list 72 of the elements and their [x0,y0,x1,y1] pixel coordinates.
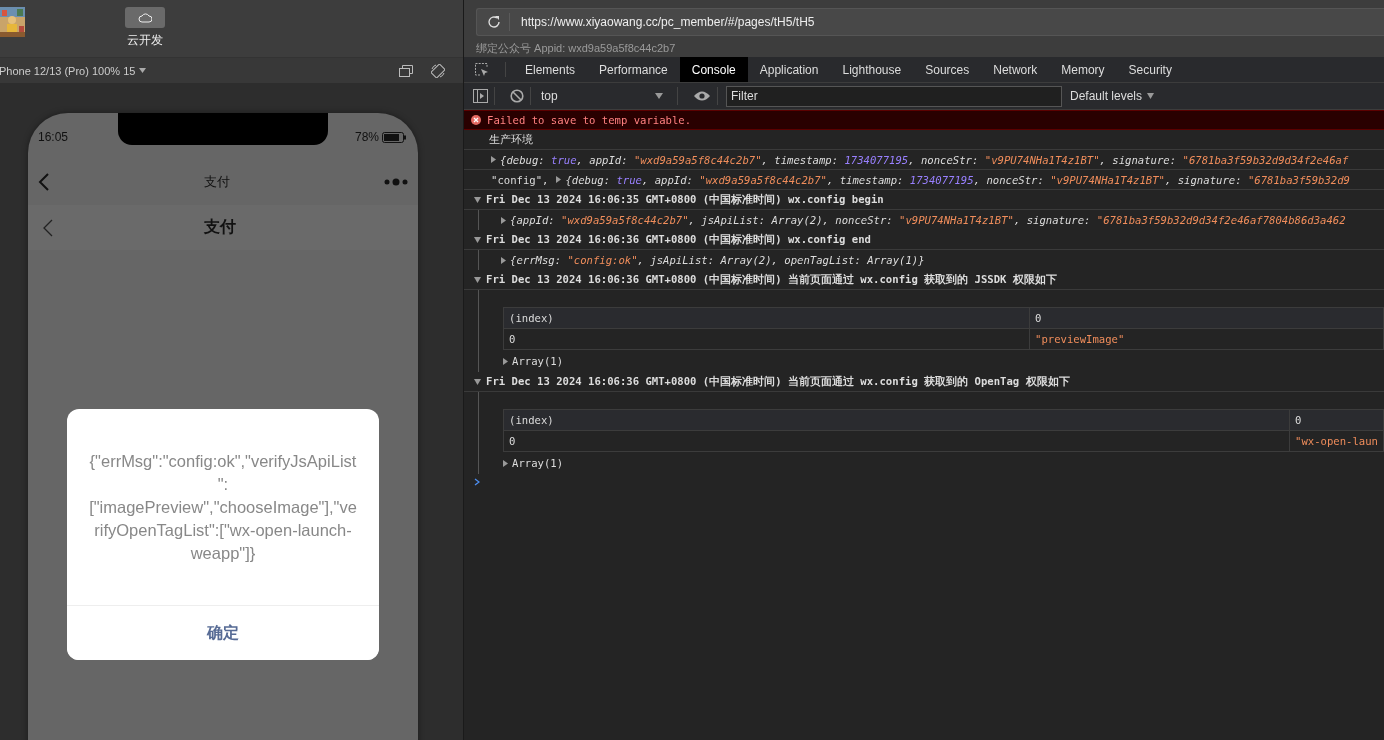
more-icon[interactable] [384,178,408,186]
collapsed-arrow-icon[interactable] [556,176,562,183]
log-message: 生产环境 [489,132,533,147]
levels-select[interactable]: Default levels [1070,89,1155,103]
collapsed-arrow-icon[interactable] [491,156,496,163]
nav-title: 支付 [203,173,231,191]
back-icon[interactable] [38,173,50,191]
clear-icon[interactable] [510,89,524,103]
address-bar[interactable]: https://www.xiyaowang.cc/pc_member/#/pages/tH5/tH5 [476,8,1384,36]
collapsed-arrow-icon[interactable] [503,357,508,365]
table-header-cell: (index) [503,307,1030,329]
group-title[interactable]: Fri Dec 13 2024 16:06:36 GMT+0800 (中国标准时间) 当前页面通过 wx.config 获取到的 OpenTag 权限如下 [486,374,1070,389]
group-title[interactable]: Fri Dec 13 2024 16:06:35 GMT+0800 (中国标准时间) wx.config begin [486,192,884,207]
error-message: Failed to save to temp variable. [487,114,692,126]
url-text: https://www.xiyaowang.cc/pc_member/#/pages/tH5/tH5 [521,15,815,29]
cloud-icon [138,12,152,23]
caret-icon [1147,93,1155,99]
expanded-arrow-icon[interactable] [474,196,481,203]
devtools-tab[interactable]: Console [679,57,748,82]
devtools-tab[interactable]: Memory [1049,57,1117,82]
object-preview[interactable]: {debug: true, appId: "wxd9a59a5f8c44c2b7", timestamp: 1734077195, nonceStr: "v9PU74NHa1T4z1BT", signature: "6781ba3f59b32d9d34f2e46af [500,153,1349,166]
object-preview[interactable]: {errMsg: "config:ok", jsApiList: Array(2), openTagList: Array(1)} [510,254,925,266]
rotate-icon[interactable] [431,63,445,78]
table-cell: "previewImage" [1029,328,1384,350]
cloud-button[interactable] [125,7,165,28]
filter-field[interactable]: Filter [726,85,1062,107]
table-header-cell: (index) [503,409,1290,431]
devtools-tab[interactable]: Security [1116,57,1184,82]
device-select[interactable]: Phone 12/13 (Pro) 100% 15 [0,64,165,77]
caret-icon [655,93,663,99]
object-preview[interactable]: {appId: "wxd9a59a5f8c44c2b7", jsApiList: Array(2), nonceStr: "v9PU74NHa1T4z1BT", signature: "6781ba3f59b32d9d34f2e46af7804b86d3a462 [510,214,1346,226]
devtools-tab[interactable]: Sources [913,57,982,82]
appid-note: 绑定公众号 Appid: wxd9a59a5f8c44c2b7 [476,41,677,56]
devtools-tab[interactable]: Network [981,57,1050,82]
devtools-tab[interactable]: Performance [587,57,680,82]
expanded-arrow-icon[interactable] [474,276,481,283]
eye-icon[interactable] [693,90,711,102]
table-cell: "wx-open-laun [1289,430,1384,452]
status-time: 16:05 [38,130,69,144]
expanded-arrow-icon[interactable] [474,236,481,243]
battery-percent: 78% [354,130,379,144]
prompt-icon[interactable] [474,478,480,486]
error-icon [471,115,481,125]
back-icon[interactable] [42,218,53,237]
array-preview[interactable]: Array(1) [512,457,564,469]
context-select[interactable]: top [537,89,671,103]
cloud-label: 云开发 [127,32,163,49]
object-preview[interactable]: {debug: true, appId: "wxd9a59a5f8c44c2b7", timestamp: 1734077195, nonceStr: "v9PU74NHa1T4z1BT", signature: "6781ba3f59b32d9 [565,173,1350,186]
devtools-tab[interactable]: Lighthouse [830,57,914,82]
dialog-message: {"errMsg":"config:ok","verifyJsApiList":["imagePreview","chooseImage"],"verifyOpenTagList":["wx-open-launch-weapp"]} [89,450,357,564]
table-cell: 0 [503,430,1290,452]
array-preview[interactable]: Array(1) [512,355,564,367]
expanded-arrow-icon[interactable] [474,378,481,385]
sidebar-icon[interactable] [473,89,488,103]
table-cell: 0 [503,328,1030,350]
windows-icon[interactable] [399,64,413,77]
confirm-button[interactable]: 确定 [67,605,379,660]
devtools-tab[interactable]: Elements [513,57,588,82]
group-title[interactable]: Fri Dec 13 2024 16:06:36 GMT+0800 (中国标准时间) 当前页面通过 wx.config 获取到的 JSSDK 权限如下 [486,272,1057,287]
battery-icon [382,131,406,143]
group-title[interactable]: Fri Dec 13 2024 16:06:36 GMT+0800 (中国标准时间) wx.config end [486,232,871,247]
inspect-icon[interactable] [474,62,489,77]
table-header-cell: 0 [1289,409,1384,431]
reload-icon[interactable] [487,15,501,29]
page-title: 支付 [202,217,237,237]
devtools-tab[interactable]: Application [747,57,831,82]
log-prefix: "config", [491,173,549,186]
collapsed-arrow-icon[interactable] [503,459,508,467]
collapsed-arrow-icon[interactable] [501,256,506,264]
caret-icon [139,68,147,73]
collapsed-arrow-icon[interactable] [501,216,506,224]
table-header-cell: 0 [1029,307,1384,329]
